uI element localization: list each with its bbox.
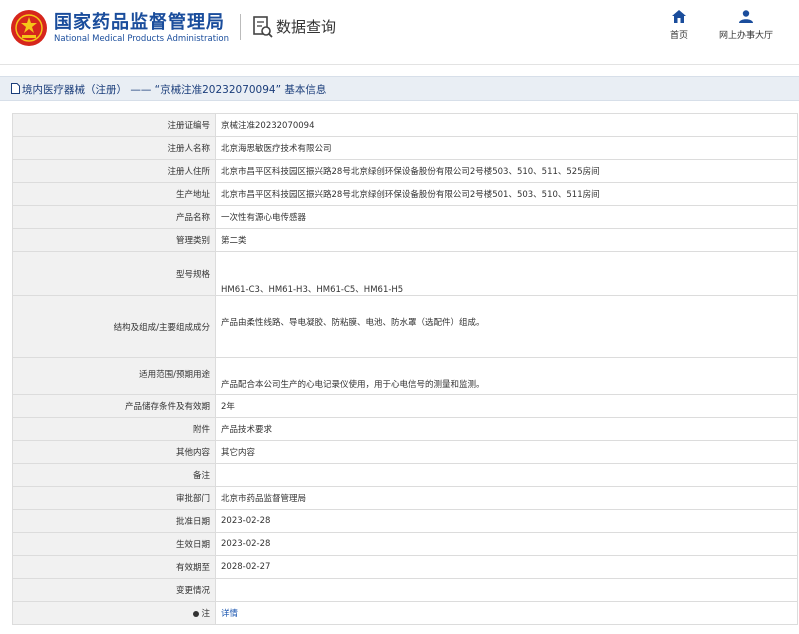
row-label: 生产地址 xyxy=(12,182,216,206)
row-label: 备注 xyxy=(12,463,216,487)
header-divider xyxy=(240,14,241,40)
table-row: 变更情况 xyxy=(12,578,798,602)
note-icon xyxy=(193,610,200,617)
note-label: 注 xyxy=(201,609,210,619)
row-value: 产品由柔性线路、导电凝胶、防粘膜、电池、防水罩（选配件）组成。 xyxy=(215,295,798,358)
site-title-cn: 国家药品监督管理局 xyxy=(54,12,225,33)
row-label: 型号规格 xyxy=(12,251,216,296)
nav-online-hall-button[interactable]: 网上办事大厅 xyxy=(714,10,778,41)
row-value: 一次性有源心电传感器 xyxy=(215,205,798,229)
document-icon xyxy=(11,83,20,94)
row-label: 其他内容 xyxy=(12,440,216,464)
row-label: 结构及组成/主要组成成分 xyxy=(12,295,216,358)
row-label-note: 注 xyxy=(12,601,216,625)
row-value: 北京海思敏医疗技术有限公司 xyxy=(215,136,798,160)
row-value: 北京市昌平区科技园区振兴路28号北京绿创环保设备股份有限公司2号楼503、510… xyxy=(215,159,798,183)
national-emblem-icon xyxy=(11,10,47,46)
row-value: 北京市药品监督管理局 xyxy=(215,486,798,510)
row-label: 注册人住所 xyxy=(12,159,216,183)
row-value: 2023-02-28 xyxy=(215,509,798,533)
section-title-bar: 境内医疗器械（注册） —— “京械注准20232070094” 基本信息 xyxy=(0,76,799,101)
table-row: 适用范围/预期用途 产品配合本公司生产的心电记录仪使用，用于心电信号的测量和监测… xyxy=(12,357,798,395)
table-row: 注 详情 xyxy=(12,601,798,625)
table-row: 注册人住所 北京市昌平区科技园区振兴路28号北京绿创环保设备股份有限公司2号楼5… xyxy=(12,159,798,183)
row-value: 第二类 xyxy=(215,228,798,252)
row-label: 管理类别 xyxy=(12,228,216,252)
row-label: 适用范围/预期用途 xyxy=(12,357,216,395)
section-title: 境内医疗器械（注册） —— “京械注准20232070094” 基本信息 xyxy=(22,84,327,96)
row-label: 批准日期 xyxy=(12,509,216,533)
row-value: 产品配合本公司生产的心电记录仪使用，用于心电信号的测量和监测。 xyxy=(215,357,798,395)
table-row: 管理类别 第二类 xyxy=(12,228,798,252)
row-label: 变更情况 xyxy=(12,578,216,602)
table-row: 产品名称 一次性有源心电传感器 xyxy=(12,205,798,229)
table-row: 备注 xyxy=(12,463,798,487)
row-value xyxy=(215,578,798,602)
table-row: 批准日期 2023-02-28 xyxy=(12,509,798,533)
row-value xyxy=(215,463,798,487)
page-title: 数据查询 xyxy=(276,18,337,36)
search-document-icon xyxy=(253,16,273,38)
details-link[interactable]: 详情 xyxy=(221,609,238,619)
row-value: 京械注准20232070094 xyxy=(215,113,798,137)
row-label: 产品储存条件及有效期 xyxy=(12,394,216,418)
row-value: 详情 xyxy=(215,601,798,625)
row-label: 审批部门 xyxy=(12,486,216,510)
row-value: 北京市昌平区科技园区振兴路28号北京绿创环保设备股份有限公司2号楼501、503… xyxy=(215,182,798,206)
site-header: 国家药品监督管理局 National Medical Products Admi… xyxy=(0,0,799,56)
table-row: 附件 产品技术要求 xyxy=(12,417,798,441)
row-label: 注册人名称 xyxy=(12,136,216,160)
nav-home-button[interactable]: 首页 xyxy=(664,10,694,41)
row-label: 有效期至 xyxy=(12,555,216,579)
row-value: 产品技术要求 xyxy=(215,417,798,441)
nav-online-hall-label: 网上办事大厅 xyxy=(718,31,773,41)
nav-home-label: 首页 xyxy=(669,31,688,41)
home-icon xyxy=(672,10,686,23)
user-icon xyxy=(739,10,753,23)
row-label: 生效日期 xyxy=(12,532,216,556)
row-value: 2028-02-27 xyxy=(215,555,798,579)
row-value: HM61-C3、HM61-H3、HM61-C5、HM61-H5 xyxy=(215,251,798,296)
site-title-en: National Medical Products Administration xyxy=(54,34,229,44)
row-value: 2年 xyxy=(215,394,798,418)
header-separator xyxy=(0,64,799,65)
table-row: 有效期至 2028-02-27 xyxy=(12,555,798,579)
table-row: 产品储存条件及有效期 2年 xyxy=(12,394,798,418)
table-row: 注册人名称 北京海思敏医疗技术有限公司 xyxy=(12,136,798,160)
row-label: 注册证编号 xyxy=(12,113,216,137)
table-row: 生产地址 北京市昌平区科技园区振兴路28号北京绿创环保设备股份有限公司2号楼50… xyxy=(12,182,798,206)
row-label: 产品名称 xyxy=(12,205,216,229)
row-value: 2023-02-28 xyxy=(215,532,798,556)
registration-info-table: 注册证编号 京械注准20232070094 注册人名称 北京海思敏医疗技术有限公… xyxy=(12,113,798,625)
table-row: 型号规格 HM61-C3、HM61-H3、HM61-C5、HM61-H5 xyxy=(12,251,798,296)
table-row: 审批部门 北京市药品监督管理局 xyxy=(12,486,798,510)
row-label: 附件 xyxy=(12,417,216,441)
table-row: 结构及组成/主要组成成分 产品由柔性线路、导电凝胶、防粘膜、电池、防水罩（选配件… xyxy=(12,295,798,358)
row-value: 其它内容 xyxy=(215,440,798,464)
table-row: 注册证编号 京械注准20232070094 xyxy=(12,113,798,137)
table-row: 其他内容 其它内容 xyxy=(12,440,798,464)
table-row: 生效日期 2023-02-28 xyxy=(12,532,798,556)
